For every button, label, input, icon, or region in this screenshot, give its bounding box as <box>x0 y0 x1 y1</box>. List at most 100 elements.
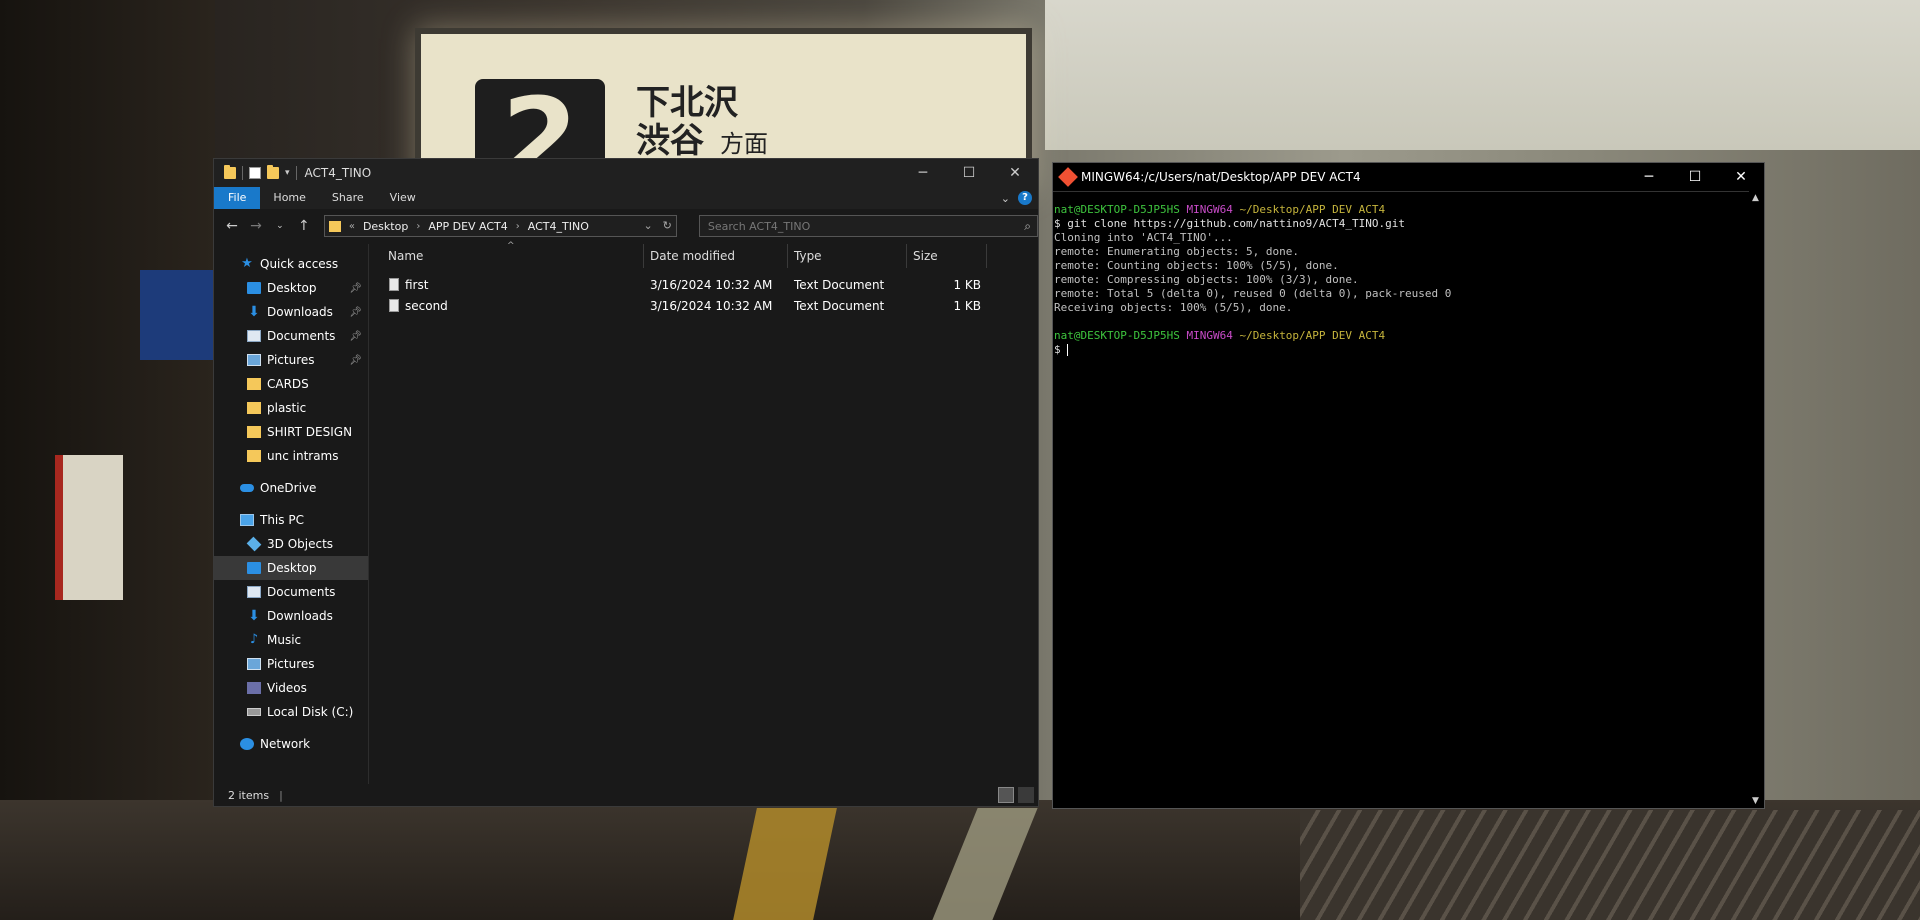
minimize-button[interactable]: ─ <box>1626 163 1672 191</box>
git-bash-window: MINGW64:/c/Users/nat/Desktop/APP DEV ACT… <box>1052 162 1765 809</box>
column-header-date[interactable]: Date modified <box>644 244 788 268</box>
computer-icon <box>240 514 254 526</box>
tab-view[interactable]: View <box>377 187 429 209</box>
maximize-button[interactable]: ☐ <box>946 159 992 187</box>
nav-item-desktop-pinned[interactable]: Desktop 📌︎ <box>214 276 368 300</box>
git-bash-icon <box>1058 167 1078 187</box>
output-line: Cloning into 'ACT4_TINO'... <box>1054 231 1233 244</box>
minimize-button[interactable]: ─ <box>900 159 946 187</box>
scroll-up-icon[interactable]: ▲ <box>1752 193 1759 203</box>
sign-line1: 下北沢 <box>636 83 738 123</box>
properties-icon[interactable] <box>249 167 261 179</box>
prompt-user: nat@DESKTOP-D5JP5HS <box>1054 329 1180 342</box>
new-folder-icon[interactable] <box>267 165 279 179</box>
column-header-size[interactable]: Size <box>907 244 987 268</box>
address-bar-actions: ⌄ ↻ <box>643 219 671 232</box>
explorer-window-controls: ─ ☐ ✕ <box>900 159 1038 187</box>
nav-item-network[interactable]: Network <box>214 732 368 756</box>
prompt-symbol: $ <box>1054 343 1061 356</box>
prompt-env: MINGW64 <box>1186 329 1233 342</box>
terminal-scrollbar[interactable]: ▲ ▼ <box>1749 191 1764 808</box>
nav-item-desktop[interactable]: Desktop <box>214 556 368 580</box>
cube-icon <box>246 536 262 552</box>
file-explorer-window: ▾ ACT4_TINO ─ ☐ ✕ File Home Share View ⌄… <box>213 158 1039 807</box>
nav-item-3d-objects[interactable]: 3D Objects <box>214 532 368 556</box>
close-button[interactable]: ✕ <box>1718 163 1764 191</box>
nav-item-plastic[interactable]: plastic <box>214 396 368 420</box>
nav-item-quick-access[interactable]: ★ Quick access <box>214 252 368 276</box>
cloud-icon <box>240 484 254 492</box>
help-icon[interactable]: ? <box>1018 191 1032 205</box>
refresh-icon[interactable]: ↻ <box>663 219 672 232</box>
output-line: remote: Counting objects: 100% (5/5), do… <box>1054 259 1339 272</box>
nav-item-pictures-pinned[interactable]: Pictures 📌︎ <box>214 348 368 372</box>
file-size: 1 KB <box>953 298 981 313</box>
download-arrow-icon: ⬇ <box>248 304 260 320</box>
details-view-icon[interactable] <box>998 787 1014 803</box>
breadcrumb-overflow[interactable]: « <box>349 221 355 232</box>
file-date: 3/16/2024 10:32 AM <box>650 277 773 292</box>
nav-item-pictures[interactable]: Pictures <box>214 652 368 676</box>
terminal-title-bar[interactable]: MINGW64:/c/Users/nat/Desktop/APP DEV ACT… <box>1053 163 1764 192</box>
nav-label: 3D Objects <box>267 537 334 551</box>
scroll-down-icon[interactable]: ▼ <box>1752 796 1759 806</box>
nav-item-downloads-pinned[interactable]: ⬇ Downloads 📌︎ <box>214 300 368 324</box>
customize-toolbar-chevron-icon[interactable]: ▾ <box>285 168 290 178</box>
nav-label: Downloads <box>267 305 333 319</box>
item-count: 2 items <box>228 788 270 802</box>
column-header-type[interactable]: Type <box>788 244 907 268</box>
large-icons-view-icon[interactable] <box>1018 787 1034 803</box>
up-arrow-icon[interactable]: ↑ <box>294 216 314 236</box>
sign-line2: 渋谷 <box>636 121 704 161</box>
folder-icon <box>247 402 261 414</box>
terminal-output[interactable]: nat@DESKTOP-D5JP5HS MINGW64 ~/Desktop/AP… <box>1054 203 1748 808</box>
output-line: remote: Total 5 (delta 0), reused 0 (del… <box>1054 287 1452 300</box>
text-document-icon <box>389 299 399 312</box>
nav-label: Desktop <box>267 561 317 575</box>
nav-item-unc-intrams[interactable]: unc intrams <box>214 444 368 468</box>
nav-label: Local Disk (C:) <box>267 705 354 719</box>
input-line[interactable]: $ <box>1054 343 1748 357</box>
maximize-button[interactable]: ☐ <box>1672 163 1718 191</box>
breadcrumb-chevron-icon[interactable]: › <box>416 221 420 232</box>
column-headers: ^ Name Date modified Type Size <box>369 241 1038 268</box>
breadcrumb-desktop[interactable]: Desktop <box>363 220 408 233</box>
nav-item-this-pc[interactable]: This PC <box>214 508 368 532</box>
table-row[interactable]: second 3/16/2024 10:32 AM Text Document … <box>369 295 1038 316</box>
recent-locations-chevron-icon[interactable]: ⌄ <box>270 216 290 236</box>
pictures-icon <box>247 354 261 366</box>
expand-ribbon-chevron-icon[interactable]: ⌄ <box>1001 192 1010 205</box>
sort-ascending-icon: ^ <box>507 241 515 251</box>
breadcrumb-chevron-icon[interactable]: › <box>516 221 520 232</box>
nav-item-cards[interactable]: CARDS <box>214 372 368 396</box>
nav-item-videos[interactable]: Videos <box>214 676 368 700</box>
nav-item-music[interactable]: ♪ Music <box>214 628 368 652</box>
pin-icon: 📌︎ <box>349 354 362 366</box>
nav-item-local-disk[interactable]: Local Disk (C:) <box>214 700 368 724</box>
nav-label: SHIRT DESIGN <box>267 425 353 439</box>
breadcrumb-act4-tino[interactable]: ACT4_TINO <box>528 220 589 233</box>
breadcrumb-app-dev-act4[interactable]: APP DEV ACT4 <box>428 220 507 233</box>
forward-arrow-icon[interactable]: → <box>246 216 266 236</box>
tab-home[interactable]: Home <box>260 187 318 209</box>
file-name: second <box>405 298 448 313</box>
nav-item-onedrive[interactable]: OneDrive <box>214 476 368 500</box>
wallpaper-blue-tarp <box>140 270 215 360</box>
sign-text: 下北沢 渋谷 方面 <box>636 84 768 163</box>
close-button[interactable]: ✕ <box>992 159 1038 187</box>
tab-file[interactable]: File <box>214 187 261 209</box>
address-bar[interactable]: « Desktop › APP DEV ACT4 › ACT4_TINO ⌄ ↻ <box>323 215 677 237</box>
nav-item-shirt-design[interactable]: SHIRT DESIGN <box>214 420 368 444</box>
address-history-chevron-icon[interactable]: ⌄ <box>643 219 652 232</box>
view-toggle <box>998 787 1034 803</box>
output-line: remote: Enumerating objects: 5, done. <box>1054 245 1300 258</box>
explorer-title-bar[interactable]: ▾ ACT4_TINO ─ ☐ ✕ <box>214 159 1038 187</box>
search-input[interactable]: Search ACT4_TINO ⌕ <box>698 215 1039 237</box>
nav-item-documents-pinned[interactable]: Documents 📌︎ <box>214 324 368 348</box>
back-arrow-icon[interactable]: ← <box>222 216 242 236</box>
prompt-env: MINGW64 <box>1186 203 1233 216</box>
nav-item-documents[interactable]: Documents <box>214 580 368 604</box>
tab-share[interactable]: Share <box>319 187 377 209</box>
table-row[interactable]: first 3/16/2024 10:32 AM Text Document 1… <box>369 274 1038 295</box>
nav-item-downloads[interactable]: ⬇ Downloads <box>214 604 368 628</box>
